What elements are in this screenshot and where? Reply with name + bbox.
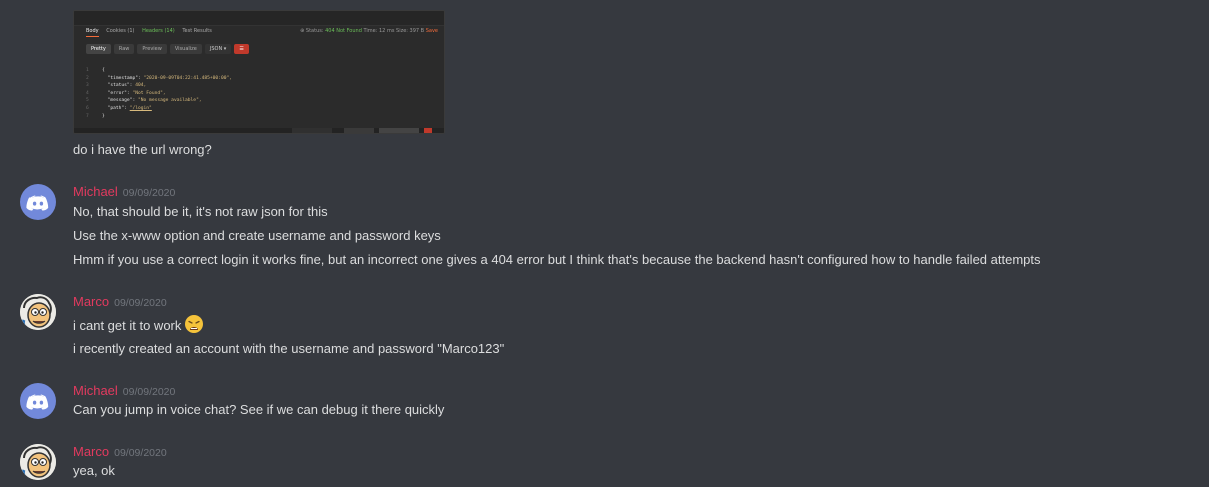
message-timestamp: 09/09/2020 [114, 297, 167, 309]
view-mode-row: Pretty Raw Preview Visualize JSON ▾ ☰ [86, 44, 252, 54]
request-bar [74, 11, 444, 26]
status-time: Time: 12 ms [363, 28, 395, 34]
discord-avatar-icon[interactable] [20, 184, 56, 220]
view-pretty: Pretty [86, 44, 111, 54]
message-text: do i have the url wrong? [73, 142, 212, 157]
code-line: 7} [86, 113, 105, 119]
message-header: Marco 09/09/2020 [73, 443, 167, 461]
message-header: Michael 09/09/2020 [73, 183, 175, 201]
discord-avatar-icon[interactable] [20, 383, 56, 419]
message-timestamp: 09/09/2020 [122, 187, 176, 199]
message-text: No, that should be it, it's not raw json… [73, 204, 328, 219]
tab-body: Body [86, 28, 99, 37]
chat-message-list: Body Cookies (1) Headers (14) Test Resul… [0, 0, 1209, 487]
message-line: i cant get it to work [73, 314, 204, 337]
message-text: i recently created an account with the u… [73, 341, 505, 356]
view-raw: Raw [113, 44, 135, 54]
code-line: 6 "path": "/login" [86, 105, 152, 111]
message-header: Marco 09/09/2020 [73, 293, 167, 311]
message-timestamp: 09/09/2020 [114, 447, 167, 459]
view-preview: Preview [137, 44, 167, 54]
tab-headers: Headers (14) [142, 28, 175, 34]
cartoon-face-avatar[interactable] [20, 294, 56, 330]
message-text: i cant get it to work [73, 318, 182, 333]
code-line: 1{ [86, 68, 105, 73]
view-visualize: Visualize [169, 44, 202, 54]
code-line: 2 "timestamp": "2020-09-09T04:22:41.485+… [86, 75, 233, 81]
message-text: Hmm if you use a correct login it works … [73, 252, 1041, 267]
message-header: Michael 09/09/2020 [73, 382, 175, 400]
cartoon-face-avatar[interactable] [20, 444, 56, 480]
message-text: Can you jump in voice chat? See if we ca… [73, 402, 445, 417]
response-status: ⊕ Status: 404 Not Found Time: 12 ms Size… [300, 28, 438, 34]
code-line: 5 "message": "No message available", [86, 98, 202, 104]
tab-test-results: Test Results [182, 28, 212, 34]
status-value: 404 Not Found [325, 28, 362, 34]
weary-face-emoji [184, 314, 204, 337]
globe-icon: ⊕ [300, 28, 305, 34]
wrap-lines-icon: ☰ [234, 44, 249, 54]
tab-cookies: Cookies (1) [106, 28, 135, 34]
format-select: JSON ▾ [204, 44, 232, 54]
author-name[interactable]: Marco [73, 444, 109, 459]
json-response-body: 1{ 2 "timestamp": "2020-09-09T04:22:41.48… [86, 67, 232, 120]
message-text: Use the x-www option and create username… [73, 228, 441, 243]
save-response: Save [425, 28, 438, 34]
code-line: 4 "error": "Not Found", [86, 90, 166, 96]
author-name[interactable]: Michael [73, 383, 118, 398]
image-attachment[interactable]: Body Cookies (1) Headers (14) Test Resul… [73, 10, 445, 134]
author-name[interactable]: Michael [73, 184, 118, 199]
response-tabs: Body Cookies (1) Headers (14) Test Resul… [86, 28, 218, 37]
code-line: 3 "status": 404, [86, 83, 147, 89]
message-timestamp: 09/09/2020 [122, 386, 176, 398]
message-text: yea, ok [73, 463, 115, 478]
status-size: Size: 397 B [396, 28, 425, 34]
status-label: Status: [305, 28, 324, 34]
author-name[interactable]: Marco [73, 294, 109, 309]
postman-footer [74, 128, 444, 133]
